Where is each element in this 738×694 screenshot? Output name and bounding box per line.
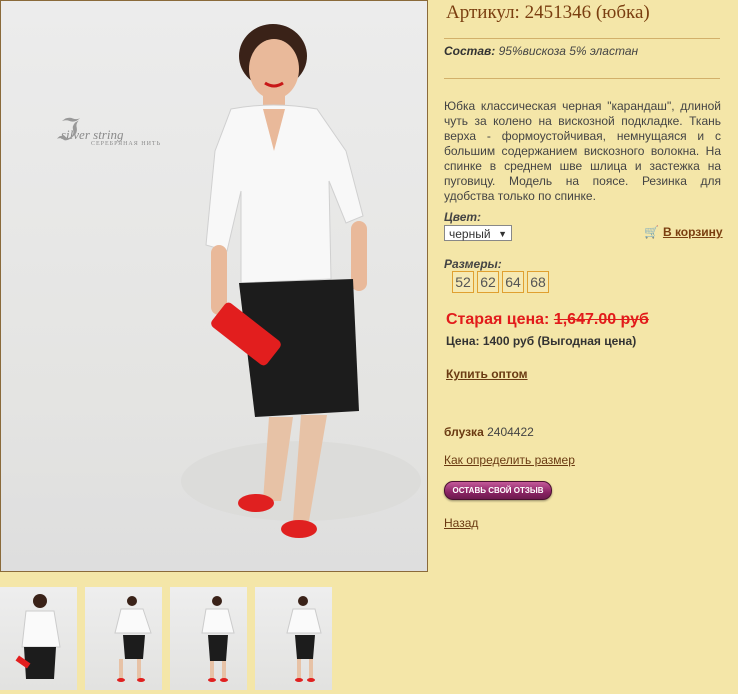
related-item-name: блузка: [444, 425, 484, 439]
sizes-label: Размеры:: [444, 257, 502, 271]
old-price-value: 1,647.00 руб: [553, 311, 649, 328]
related-item-article: 2404422: [487, 425, 534, 439]
product-description: Юбка классическая черная "карандаш", дли…: [444, 99, 721, 203]
thumbnail-figure: [286, 596, 322, 682]
current-price: Цена: 1400 руб (Выгодная цена): [446, 334, 637, 348]
size-option[interactable]: 64: [502, 271, 524, 293]
related-item[interactable]: блузка 2404422: [444, 425, 534, 439]
size-option[interactable]: 52: [452, 271, 474, 293]
divider: [444, 38, 720, 39]
composition-value: 95%вискоза 5% эластан: [498, 44, 639, 58]
model-figure: [181, 24, 421, 538]
color-label: Цвет:: [444, 210, 482, 224]
composition-label: Состав:: [444, 44, 496, 58]
size-guide-link[interactable]: Как определить размер: [444, 453, 575, 467]
leave-review-button[interactable]: ОСТАВЬ СВОЙ ОТЗЫВ: [444, 481, 552, 500]
cart-icon: 🛒: [644, 225, 659, 239]
add-to-cart-link[interactable]: 🛒 В корзину: [644, 225, 723, 239]
divider: [444, 78, 720, 79]
old-price: Старая цена: 1,647.00 руб: [446, 311, 649, 329]
add-to-cart-label: В корзину: [662, 225, 723, 239]
size-option[interactable]: 62: [477, 271, 499, 293]
thumbnail-figure: [114, 596, 152, 682]
old-price-label: Старая цена:: [446, 311, 550, 328]
thumbnail-figure: [201, 596, 235, 682]
dropdown-arrow-icon: ▼: [498, 229, 507, 239]
thumbnail-3[interactable]: [170, 587, 247, 690]
composition: Состав: 95%вискоза 5% эластан: [444, 44, 638, 58]
product-title: Артикул: 2451346 (юбка): [446, 2, 650, 23]
thumbnail-2[interactable]: [85, 587, 162, 690]
size-option[interactable]: 68: [527, 271, 549, 293]
thumbnail-1[interactable]: [0, 587, 77, 690]
back-link[interactable]: Назад: [444, 516, 478, 530]
sizes-list: 52 62 64 68: [452, 271, 549, 293]
color-select[interactable]: черный ▼: [444, 225, 512, 241]
thumbnail-figure: [15, 594, 61, 679]
color-selected-value: черный: [449, 227, 491, 241]
buy-wholesale-link[interactable]: Купить оптом: [446, 367, 528, 381]
thumbnail-4[interactable]: [255, 587, 332, 690]
main-product-photo[interactable]: ℑ silver string СЕРЕБРЯНАЯ НИТЬ: [0, 0, 428, 572]
